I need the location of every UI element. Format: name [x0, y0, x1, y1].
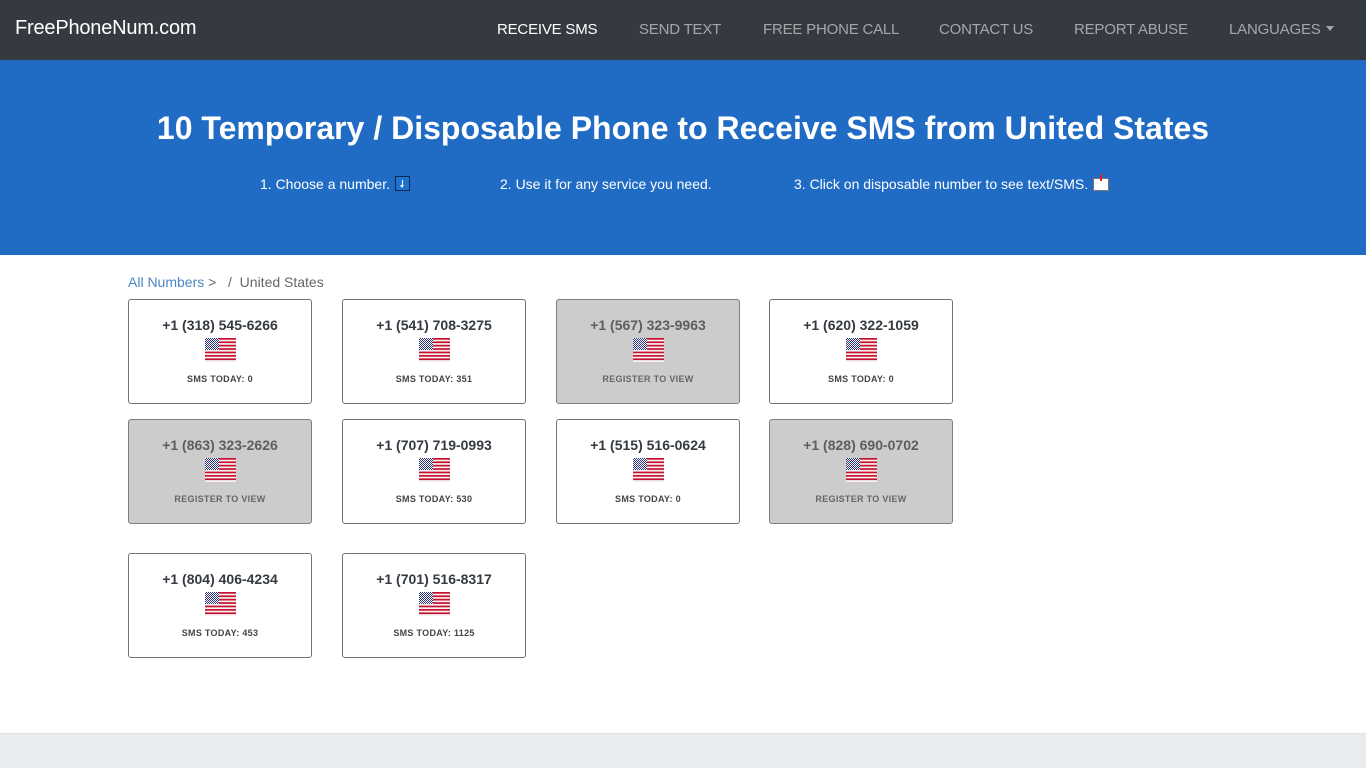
nav-contact-us[interactable]: CONTACT US — [939, 21, 1033, 38]
us-flag-icon — [419, 592, 450, 616]
us-flag-icon — [419, 338, 450, 362]
number-card[interactable]: +1 (541) 708-3275 SMS TODAY: 351 — [342, 299, 526, 404]
phone-number: +1 (863) 323-2626 — [162, 437, 278, 453]
phone-number: +1 (620) 322-1059 — [803, 317, 919, 333]
number-card[interactable]: +1 (707) 719-0993 SMS TODAY: 530 — [342, 419, 526, 524]
breadcrumb-separator: > — [208, 274, 217, 290]
number-card[interactable]: +1 (701) 516-8317 SMS TODAY: 1125 — [342, 553, 526, 658]
register-to-view-label: REGISTER TO VIEW — [174, 494, 266, 504]
nav-send-text[interactable]: SEND TEXT — [639, 21, 721, 38]
sms-today-count: SMS TODAY: 530 — [395, 494, 473, 504]
sms-today-count: SMS TODAY: 1125 — [393, 628, 475, 638]
us-flag-icon — [633, 338, 664, 362]
step-1-text: 1. Choose a number. — [260, 176, 390, 192]
nav-receive-sms[interactable]: RECEIVE SMS — [497, 21, 598, 38]
nav-languages-label: LANGUAGES — [1229, 21, 1321, 38]
phone-number: +1 (828) 690-0702 — [803, 437, 919, 453]
sms-today-count: SMS TODAY: 453 — [181, 628, 259, 638]
navbar: FreePhoneNum.com RECEIVE SMS SEND TEXT F… — [0, 0, 1366, 60]
us-flag-icon — [633, 458, 664, 482]
footer — [0, 733, 1366, 768]
number-card[interactable]: +1 (515) 516-0624 SMS TODAY: 0 — [556, 419, 740, 524]
number-card[interactable]: +1 (804) 406-4234 SMS TODAY: 453 — [128, 553, 312, 658]
register-to-view-label: REGISTER TO VIEW — [815, 494, 907, 504]
step-2-text: 2. Use it for any service you need. — [500, 176, 712, 192]
us-flag-icon — [419, 458, 450, 482]
phone-number: +1 (515) 516-0624 — [590, 437, 706, 453]
number-card[interactable]: +1 (828) 690-0702 REGISTER TO VIEW — [769, 419, 953, 524]
sms-today-count: SMS TODAY: 0 — [615, 494, 681, 504]
step-3-text: 3. Click on disposable number to see tex… — [794, 176, 1089, 192]
register-to-view-label: REGISTER TO VIEW — [602, 374, 694, 384]
phone-number: +1 (804) 406-4234 — [162, 571, 278, 587]
phone-number: +1 (318) 545-6266 — [162, 317, 278, 333]
number-card[interactable]: +1 (567) 323-9963 REGISTER TO VIEW — [556, 299, 740, 404]
us-flag-icon — [846, 458, 877, 482]
number-card[interactable]: +1 (863) 323-2626 REGISTER TO VIEW — [128, 419, 312, 524]
us-flag-icon — [205, 458, 236, 482]
breadcrumb-current: United States — [239, 274, 324, 290]
hero-banner: 10 Temporary / Disposable Phone to Recei… — [0, 60, 1366, 255]
page-title: 10 Temporary / Disposable Phone to Recei… — [156, 110, 1210, 146]
phone-number: +1 (701) 516-8317 — [376, 571, 492, 587]
number-card[interactable]: +1 (620) 322-1059 SMS TODAY: 0 — [769, 299, 953, 404]
nav-free-phone-call[interactable]: FREE PHONE CALL — [763, 21, 899, 38]
step-3: 3. Click on disposable number to see tex… — [794, 174, 1110, 192]
us-flag-icon — [205, 592, 236, 616]
number-card[interactable]: +1 (318) 545-6266 SMS TODAY: 0 — [128, 299, 312, 404]
step-2: 2. Use it for any service you need. — [500, 176, 712, 192]
sms-today-count: SMS TODAY: 0 — [828, 374, 894, 384]
phone-number: +1 (567) 323-9963 — [590, 317, 706, 333]
breadcrumb-all-numbers[interactable]: All Numbers — [128, 274, 204, 290]
phone-number: +1 (541) 708-3275 — [376, 317, 492, 333]
breadcrumb: All Numbers > / United States — [128, 274, 324, 290]
inbox-icon — [1093, 174, 1110, 191]
phone-number: +1 (707) 719-0993 — [376, 437, 492, 453]
nav-languages-dropdown[interactable]: LANGUAGES — [1229, 21, 1334, 38]
caret-down-icon — [1325, 26, 1334, 31]
down-arrow-icon — [394, 176, 410, 191]
step-1: 1. Choose a number. — [260, 176, 410, 192]
sms-today-count: SMS TODAY: 0 — [187, 374, 253, 384]
breadcrumb-divider: / — [228, 274, 232, 290]
sms-today-count: SMS TODAY: 351 — [395, 374, 473, 384]
nav-report-abuse[interactable]: REPORT ABUSE — [1074, 21, 1188, 38]
brand-logo[interactable]: FreePhoneNum.com — [15, 17, 197, 40]
us-flag-icon — [205, 338, 236, 362]
us-flag-icon — [846, 338, 877, 362]
